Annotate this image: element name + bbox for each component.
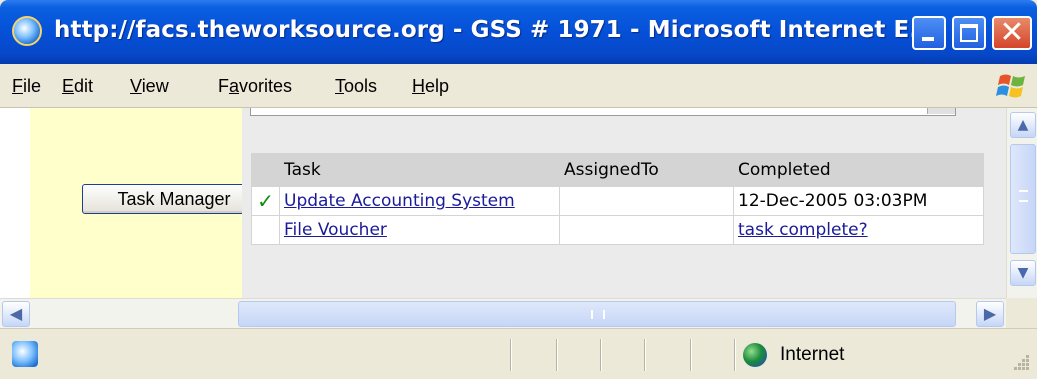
scroll-grip-icon (1019, 190, 1028, 202)
security-zone-label: Internet (780, 344, 845, 365)
task-complete-link[interactable]: task complete? (738, 220, 868, 240)
status-separator (556, 339, 557, 371)
page-content: Task Manager Task AssignedTo Completed ✓… (0, 108, 1006, 298)
scrollbar-corner (1006, 298, 1037, 328)
maximize-button[interactable] (952, 16, 986, 50)
top-input-box (250, 108, 956, 116)
menu-help[interactable]: Help (412, 76, 449, 97)
internet-explorer-icon (12, 16, 42, 46)
window-title: http://facs.theworksource.org - GSS # 19… (54, 17, 936, 43)
horizontal-scroll-thumb[interactable] (238, 301, 956, 327)
page-status-icon (12, 341, 38, 367)
completed-cell: 12-Dec-2005 03:03PM (733, 186, 984, 216)
left-panel: Task Manager (30, 108, 266, 298)
column-header-completed: Completed (733, 153, 984, 187)
status-separator (734, 339, 735, 371)
completed-cell: task complete? (733, 215, 984, 245)
task-cell: File Voucher (279, 215, 560, 245)
horizontal-scrollbar[interactable]: ◀ ▶ (0, 298, 1006, 328)
status-separator (644, 339, 645, 371)
vertical-scroll-thumb[interactable] (1010, 144, 1036, 254)
vertical-scrollbar[interactable]: ▲ ▼ (1006, 108, 1037, 298)
scroll-right-button[interactable]: ▶ (976, 301, 1004, 327)
internet-zone-icon (743, 343, 767, 367)
menu-view[interactable]: View (130, 76, 169, 97)
menu-favorites[interactable]: Favorites (218, 76, 292, 97)
scroll-down-button[interactable]: ▼ (1010, 260, 1036, 286)
status-separator (510, 339, 511, 371)
column-header-task: Task (279, 153, 560, 187)
scroll-grip-icon (591, 310, 605, 319)
close-icon: ✕ (999, 15, 1025, 50)
top-box-knob (927, 108, 955, 114)
maximize-icon (960, 24, 978, 42)
minimize-button[interactable] (912, 16, 946, 50)
status-bar: Internet (0, 328, 1037, 379)
assigned-to-cell (559, 215, 734, 245)
task-table: Task AssignedTo Completed ✓ Update Accou… (251, 153, 984, 245)
task-link[interactable]: Update Accounting System (284, 191, 515, 211)
task-manager-button[interactable]: Task Manager (82, 184, 266, 214)
table-row: ✓ Update Accounting System 12-Dec-2005 0… (251, 186, 984, 216)
menu-tools[interactable]: Tools (335, 76, 377, 97)
close-button[interactable]: ✕ (992, 16, 1032, 50)
table-row: File Voucher task complete? (251, 215, 984, 245)
resize-grip-icon[interactable] (1010, 351, 1032, 373)
menu-bar: File Edit View Favorites Tools Help (0, 64, 1037, 108)
menu-file[interactable]: File (12, 76, 41, 97)
scroll-up-button[interactable]: ▲ (1010, 112, 1036, 138)
title-bar[interactable]: http://facs.theworksource.org - GSS # 19… (0, 0, 1037, 64)
scroll-left-button[interactable]: ◀ (2, 301, 30, 327)
assigned-to-cell (559, 186, 734, 216)
check-column-header (251, 153, 280, 187)
windows-logo-icon (996, 74, 1025, 98)
column-header-assignedto: AssignedTo (559, 153, 734, 187)
table-header-row: Task AssignedTo Completed (251, 153, 984, 187)
status-separator (600, 339, 601, 371)
menu-edit[interactable]: Edit (62, 76, 93, 97)
task-cell: Update Accounting System (279, 186, 560, 216)
status-separator (690, 339, 691, 371)
check-cell (251, 215, 280, 245)
completed-check-icon: ✓ (251, 186, 280, 216)
task-link[interactable]: File Voucher (284, 220, 387, 240)
minimize-icon (922, 37, 934, 41)
